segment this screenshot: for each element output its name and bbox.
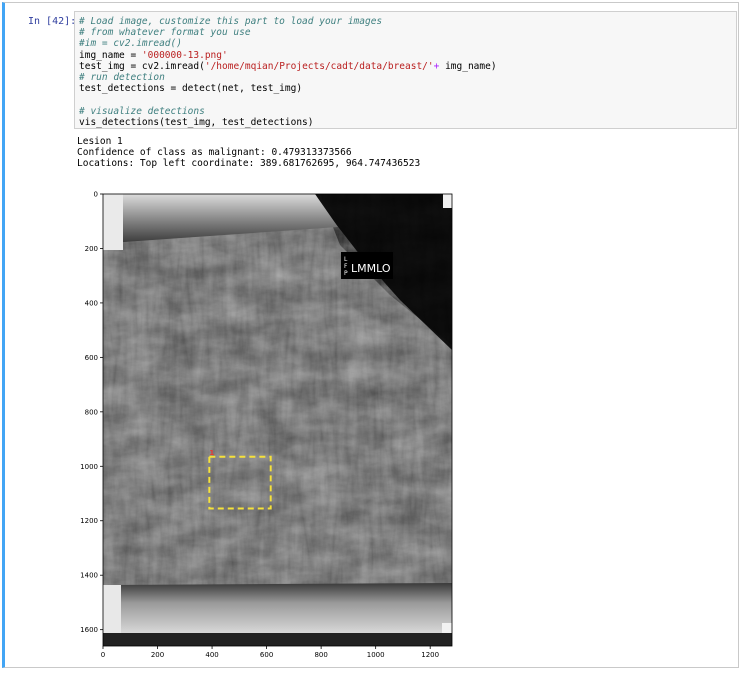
- x-tick-label: 800: [314, 651, 327, 659]
- x-tick-label: 200: [151, 651, 164, 659]
- code-text: test_detections = detect(net, test_img): [79, 83, 303, 95]
- x-tick-label: 1200: [421, 651, 439, 659]
- code-comment: # visualize detections: [79, 105, 205, 117]
- output-line: Locations: Top left coordinate: 389.6817…: [77, 158, 421, 170]
- y-tick-label: 1000: [80, 463, 98, 471]
- code-text: img_name =: [79, 49, 142, 61]
- code-text: test_img = cv2.imread(: [79, 60, 205, 72]
- code-text: vis_detections(test_img, test_detections…: [79, 116, 314, 128]
- code-comment: # Load image, customize this part to loa…: [79, 16, 383, 27]
- code-comment: # from whatever format you use: [79, 27, 251, 39]
- y-tick-label: 1200: [80, 517, 98, 525]
- y-tick-label: 400: [85, 299, 98, 307]
- y-tick-label: 200: [85, 245, 98, 253]
- code-text: img_name): [439, 60, 497, 72]
- y-tick-label: 1400: [80, 572, 98, 580]
- input-prompt: In [42]:: [28, 16, 77, 27]
- side-letter: P: [344, 270, 348, 277]
- view-label: LMMLO: [351, 262, 391, 275]
- y-axis: 0 200 400 600 800 1000 1200 1400 1600: [80, 191, 103, 634]
- output-line: Lesion 1: [77, 136, 123, 147]
- code-string: '/home/mqian/Projects/cadt/data/breast/': [204, 60, 434, 72]
- mammogram-image: [103, 194, 452, 646]
- y-tick-label: 1600: [80, 626, 98, 634]
- x-tick-label: 600: [260, 651, 273, 659]
- code-string: '000000-13.png': [141, 49, 228, 61]
- y-tick-label: 800: [85, 408, 98, 416]
- code-comment: # run detection: [79, 72, 165, 84]
- x-tick-label: 1000: [367, 651, 385, 659]
- output-line: Confidence of class as malignant: 0.4793…: [77, 147, 352, 159]
- detection-tag: 1: [209, 449, 214, 457]
- y-tick-label: 0: [94, 191, 98, 199]
- y-tick-label: 600: [85, 354, 98, 362]
- code-comment: #im = cv2.imread(): [79, 38, 182, 50]
- cell-output: Lesion 1 Confidence of class as malignan…: [77, 136, 420, 170]
- x-tick-label: 0: [101, 651, 105, 659]
- code-editor[interactable]: # Load image, customize this part to loa…: [74, 11, 737, 129]
- x-tick-label: 400: [205, 651, 218, 659]
- detection-figure: L F P LMMLO 1 0 200 400 600 800 1000 1200 0200…: [80, 191, 453, 659]
- x-axis: 0 200 400 600 800 1000 1200: [101, 646, 439, 659]
- side-letter: F: [344, 263, 348, 270]
